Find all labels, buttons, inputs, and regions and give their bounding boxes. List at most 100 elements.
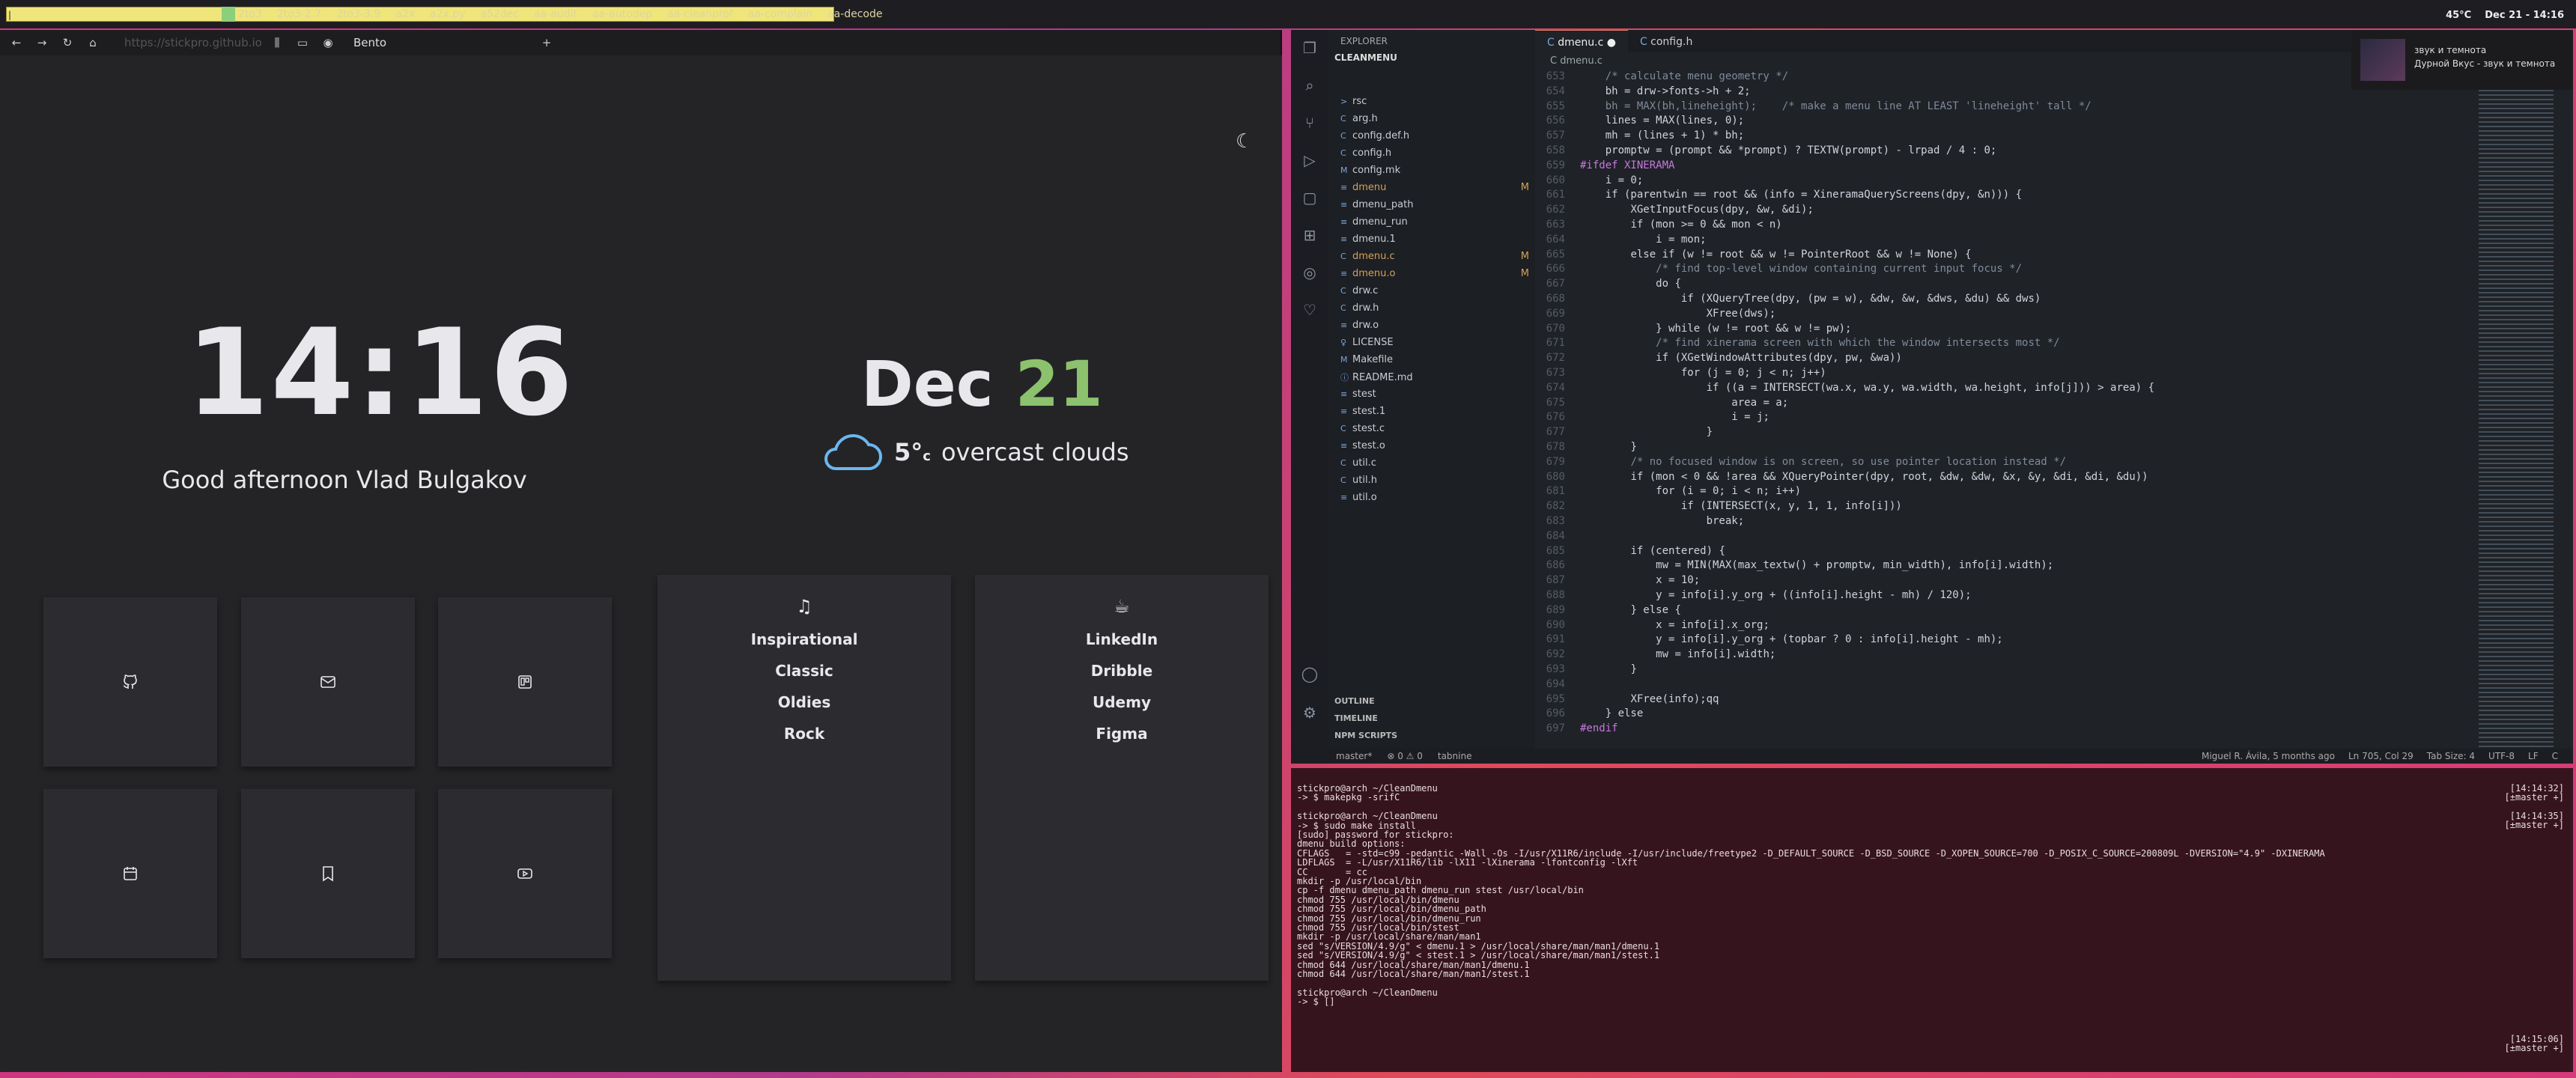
code-line[interactable]: do { (1580, 278, 1681, 290)
file-item[interactable]: Cdrw.c (1340, 285, 1532, 302)
code-line[interactable]: if (XGetWindowAttributes(dpy, pw, &wa)) (1580, 352, 1902, 364)
code-line[interactable]: XGetInputFocus(dpy, &w, &di); (1580, 204, 1813, 216)
music-link[interactable]: Inspirational (751, 630, 858, 648)
bookmark-card[interactable] (241, 789, 415, 958)
work-link[interactable]: Figma (1096, 725, 1147, 743)
mail-card[interactable] (241, 597, 415, 767)
music-link[interactable]: Classic (775, 662, 833, 680)
code-line[interactable]: promptw = (prompt && *prompt) ? TEXTW(pr… (1580, 144, 1997, 156)
project-name[interactable]: CLEANMENU (1328, 49, 1535, 66)
dmenu-item[interactable]: aa-complain (748, 7, 812, 22)
file-item[interactable]: > rsc (1340, 96, 1532, 112)
new-tab-button[interactable]: + (539, 36, 554, 49)
extensions-icon[interactable]: ⊞ (1301, 226, 1319, 244)
code-line[interactable]: XFree(dws); (1580, 308, 1776, 320)
file-item[interactable]: ≡ drw.o (1340, 320, 1532, 336)
code-line[interactable]: y = info[i].y_org + (topbar ? 0 : info[i… (1580, 633, 2003, 645)
code-line[interactable]: } else { (1580, 604, 1680, 616)
code-line[interactable]: x = info[i].x_org; (1580, 619, 1770, 631)
dmenu-item[interactable]: aa-audit (534, 7, 577, 22)
code-line[interactable]: } (1580, 426, 1713, 438)
tab-dmenu-c[interactable]: C dmenu.c ● (1535, 30, 1628, 52)
code-line[interactable]: } (1580, 441, 1636, 453)
code-line[interactable]: mh = (lines + 1) * bh; (1580, 130, 1744, 141)
code-line[interactable]: if (parentwin == root && (info = Xineram… (1580, 189, 2022, 201)
minimap[interactable] (2479, 90, 2554, 749)
work-link[interactable]: Dribble (1091, 662, 1152, 680)
git-blame[interactable]: Miguel R. Ávila, 5 months ago (2202, 751, 2335, 761)
source-control-icon[interactable]: ⑂ (1301, 114, 1319, 132)
code-line[interactable]: mw = MIN(MAX(max_textw() + promptw, min_… (1580, 559, 2053, 571)
code-line[interactable]: y = info[i].y_org + ((info[i].height - m… (1580, 589, 1971, 601)
file-item[interactable]: Cutil.c (1340, 457, 1532, 474)
dmenu-item[interactable]: 2to3-2.7 (277, 7, 321, 22)
code-line[interactable]: if (centered) { (1580, 545, 1725, 557)
file-item[interactable]: Cstest.c (1340, 423, 1532, 439)
dmenu-item[interactable]: aa-cleanprof (667, 7, 733, 22)
dmenu-item[interactable]: 2to3 (238, 7, 262, 22)
code-line[interactable]: if (mon < 0 && !area && XQueryPointer(dp… (1580, 471, 2148, 483)
run-icon[interactable]: ▷ (1301, 151, 1319, 169)
problems[interactable]: ⊗ 0 ⚠ 0 (1387, 751, 1423, 761)
file-item[interactable]: ≡ stest.o (1340, 440, 1532, 457)
cursor-pos[interactable]: Ln 705, Col 29 (2348, 751, 2414, 761)
language[interactable]: C (2552, 751, 2558, 761)
code-line[interactable]: if (mon >= 0 && mon < n) (1580, 219, 1781, 231)
heart-icon[interactable]: ♡ (1301, 301, 1319, 319)
code-line[interactable]: #ifdef XINERAMA (1580, 159, 1674, 171)
youtube-card[interactable] (438, 789, 612, 958)
github-card[interactable] (43, 597, 217, 767)
code-line[interactable]: /* calculate menu geometry */ (1580, 70, 1788, 82)
url-input[interactable]: https://stickpro.github.io (124, 36, 262, 49)
code-line[interactable]: if (INTERSECT(x, y, 1, 1, info[i])) (1580, 500, 1902, 512)
library-icon[interactable]: ⫼ (270, 36, 285, 49)
files-icon[interactable]: ❐ (1301, 39, 1319, 57)
code-line[interactable]: } while (w != root && w != pw); (1580, 323, 1851, 335)
dmenu-item[interactable]: aa-autodep (592, 7, 652, 22)
code-line[interactable]: mw = info[i].width; (1580, 648, 1775, 660)
file-item[interactable]: ♀ LICENSE (1340, 337, 1532, 353)
music-link[interactable]: Oldies (778, 693, 831, 711)
eol[interactable]: LF (2528, 751, 2539, 761)
code-line[interactable]: XFree(info);qq (1580, 693, 1719, 705)
music-notification[interactable]: звук и темнота Дурной Вкус - звук и темн… (2351, 30, 2573, 90)
remote-icon[interactable]: ▢ (1301, 189, 1319, 207)
dmenu-item[interactable]: a52dec (480, 7, 519, 22)
dmenu-item[interactable]: a2x (395, 7, 415, 22)
file-item[interactable]: ≡ dmenu.o M (1340, 268, 1532, 284)
file-item[interactable]: ≡ dmenu_run (1340, 216, 1532, 233)
code-line[interactable]: if ((a = INTERSECT(wa.x, wa.y, wa.width,… (1580, 382, 2154, 394)
code-line[interactable]: for (j = 0; j < n; j++) (1580, 367, 1826, 379)
file-item[interactable]: Cdmenu.c M (1340, 251, 1532, 267)
code-line[interactable]: lines = MAX(lines, 0); (1580, 115, 1744, 127)
file-item[interactable]: M Makefile (1340, 354, 1532, 371)
file-item[interactable]: Cdrw.h (1340, 302, 1532, 319)
section-timeline[interactable]: TIMELINE (1334, 713, 1378, 723)
code-line[interactable]: /* no focused window is on screen, so us… (1580, 456, 2066, 468)
tab-bento[interactable]: Bento (353, 36, 386, 49)
code-line[interactable]: else if (w != root && w != PointerRoot &… (1580, 249, 1971, 261)
code-line[interactable]: bh = drw->fonts->h + 2; (1580, 85, 1751, 97)
code-line[interactable]: #endif (1580, 722, 1618, 734)
account-icon[interactable]: ◯ (1301, 665, 1319, 683)
moon-icon[interactable]: ☾ (1236, 130, 1253, 153)
home-icon[interactable]: ⌂ (85, 36, 100, 49)
file-item[interactable]: ≡ dmenu M (1340, 182, 1532, 198)
music-link[interactable]: Rock (784, 725, 824, 743)
tab-config-h[interactable]: C config.h (1628, 30, 1704, 52)
file-item[interactable]: ≡ stest (1340, 389, 1532, 405)
file-item[interactable]: ⓘ README.md (1340, 371, 1532, 388)
code-line[interactable]: } else (1580, 707, 1644, 719)
code-line[interactable]: break; (1580, 515, 1745, 527)
trello-card[interactable] (438, 597, 612, 767)
github-icon[interactable]: ◎ (1301, 264, 1319, 281)
code-editor[interactable]: 653 /* calculate menu geometry */ 654 bh … (1535, 67, 2464, 749)
file-item[interactable]: ≡ util.o (1340, 492, 1532, 508)
code-line[interactable]: for (i = 0; i < n; i++) (1580, 485, 1801, 497)
encoding[interactable]: UTF-8 (2488, 751, 2515, 761)
code-line[interactable]: area = a; (1580, 397, 1788, 409)
code-line[interactable]: i = j; (1580, 411, 1770, 423)
dmenu-item[interactable]: aa-decode (827, 7, 882, 22)
code-line[interactable]: bh = MAX(bh,lineheight); /* make a menu … (1580, 100, 2092, 112)
reload-icon[interactable]: ↻ (60, 36, 75, 49)
